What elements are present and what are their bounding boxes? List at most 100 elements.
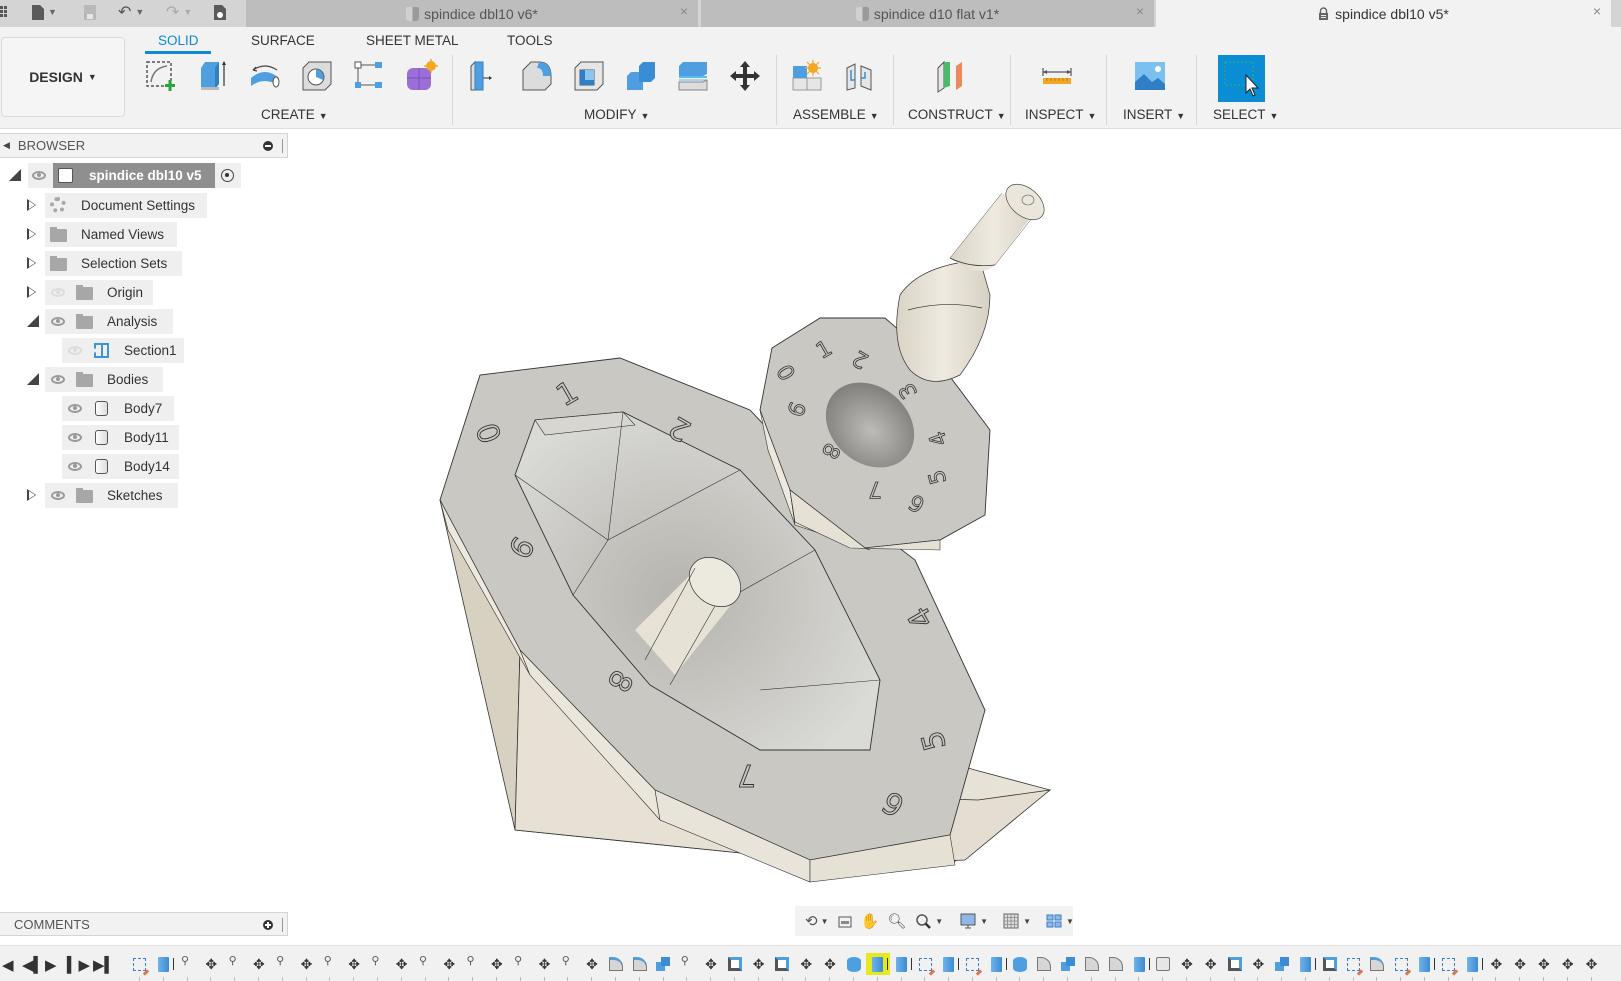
- visibility-hidden-icon[interactable]: [51, 288, 65, 297]
- timeline-feature-move[interactable]: ✥: [1199, 953, 1223, 981]
- step-back-button[interactable]: ◀▍: [22, 956, 45, 974]
- play-button[interactable]: ▶: [45, 956, 57, 974]
- tree-item-named-views[interactable]: Named Views: [0, 222, 180, 247]
- timeline-feature-extrude[interactable]: [937, 953, 961, 981]
- timeline-feature-move[interactable]: ✥: [818, 953, 842, 981]
- timeline-feature-move[interactable]: ✥: [533, 953, 557, 981]
- timeline-feature-move[interactable]: ✥: [1580, 953, 1604, 981]
- assemble-menu[interactable]: ASSEMBLE ▼: [793, 107, 879, 122]
- redo-button[interactable]: ↷ ▼: [166, 2, 192, 22]
- select-button[interactable]: [1218, 55, 1265, 102]
- timeline-feature-shell2[interactable]: [1318, 953, 1342, 981]
- panel-resize-handle[interactable]: [282, 918, 284, 932]
- tree-item-body14[interactable]: Body14: [0, 454, 182, 479]
- collapse-toggle[interactable]: [27, 373, 39, 385]
- visibility-eye-icon[interactable]: [32, 171, 46, 180]
- timeline-feature-joint[interactable]: ⚲: [223, 953, 247, 981]
- timeline-feature-move[interactable]: ✥: [342, 953, 366, 981]
- timeline-feature-joint[interactable]: ⚲: [366, 953, 390, 981]
- look-at-button[interactable]: [835, 910, 855, 932]
- viewports-button[interactable]: ▼: [1043, 910, 1076, 932]
- shell-button[interactable]: [570, 57, 608, 95]
- workspace-switcher[interactable]: DESIGN ▼: [1, 37, 125, 117]
- timeline-feature-sketch[interactable]: [1342, 953, 1366, 981]
- visibility-eye-icon[interactable]: [68, 404, 82, 413]
- timeline-feature-joint[interactable]: ⚲: [556, 953, 580, 981]
- document-tab[interactable]: spindice d10 flat v1* ×: [701, 0, 1154, 27]
- tree-item-analysis[interactable]: Analysis: [0, 309, 175, 334]
- timeline-feature-extrude[interactable]: [1127, 953, 1151, 981]
- timeline-feature-move[interactable]: ✥: [1556, 953, 1580, 981]
- file-menu-button[interactable]: ▼: [32, 2, 57, 22]
- expand-toggle[interactable]: [27, 257, 36, 269]
- timeline-feature-extrude-square[interactable]: [771, 953, 795, 981]
- move-copy-button[interactable]: [726, 57, 764, 95]
- timeline-feature-joint[interactable]: ⚲: [675, 953, 699, 981]
- timeline-feature-sketch[interactable]: [961, 953, 985, 981]
- timeline-feature-combine[interactable]: [652, 953, 676, 981]
- timeline-feature-joint[interactable]: ⚲: [509, 953, 533, 981]
- activate-radio[interactable]: [221, 169, 234, 182]
- timeline-feature-move[interactable]: ✥: [485, 953, 509, 981]
- extrude-button[interactable]: [194, 57, 232, 95]
- timeline-feature-move[interactable]: ✥: [794, 953, 818, 981]
- visibility-hidden-icon[interactable]: [68, 346, 82, 355]
- spindice-model[interactable]: 0 1 2 4 5 6 7 8 9 0 1 2 3 4 5 6 7 8 9: [290, 130, 1621, 905]
- timeline-feature-move[interactable]: ✥: [1508, 953, 1532, 981]
- visibility-eye-icon[interactable]: [68, 462, 82, 471]
- close-tab-button[interactable]: ×: [1593, 3, 1601, 19]
- timeline-feature-move[interactable]: ✥: [747, 953, 771, 981]
- timeline-feature-joint[interactable]: ⚲: [414, 953, 438, 981]
- collapse-toggle[interactable]: [27, 315, 39, 327]
- tree-item-body7[interactable]: Body7: [0, 396, 178, 421]
- fit-button[interactable]: ▼: [912, 910, 945, 932]
- timeline-feature-fillet[interactable]: [1032, 953, 1056, 981]
- go-to-start-button[interactable]: ◀: [2, 956, 14, 974]
- undo-button[interactable]: ↶ ▼: [118, 2, 144, 22]
- timeline-feature-sketch[interactable]: [128, 953, 152, 981]
- joint-button[interactable]: [840, 57, 878, 95]
- tree-root[interactable]: spindice dbl10 v5: [0, 163, 245, 188]
- pattern-button[interactable]: [350, 57, 388, 95]
- timeline-feature-extrude[interactable]: [865, 953, 890, 981]
- timeline-feature-move[interactable]: ✥: [699, 953, 723, 981]
- visibility-eye-icon[interactable]: [68, 433, 82, 442]
- timeline-feature-cylinder[interactable]: [1008, 953, 1032, 981]
- combine-button[interactable]: [622, 57, 660, 95]
- timeline-feature-extrude[interactable]: [890, 953, 914, 981]
- create-sketch-button[interactable]: [142, 57, 180, 95]
- timeline-feature-joint[interactable]: ⚲: [176, 953, 200, 981]
- timeline-feature-snap[interactable]: [604, 953, 628, 981]
- timeline-feature-extrude[interactable]: [1413, 953, 1437, 981]
- timeline-feature-cylinder[interactable]: [842, 953, 866, 981]
- expand-toggle[interactable]: [27, 228, 36, 240]
- create-form-button[interactable]: [402, 57, 440, 95]
- go-to-end-button[interactable]: ▶▍: [93, 956, 116, 974]
- insert-menu[interactable]: INSERT ▼: [1123, 107, 1185, 122]
- timeline-feature-joint[interactable]: ⚲: [318, 953, 342, 981]
- add-comment-icon[interactable]: [263, 920, 273, 930]
- measure-button[interactable]: [1038, 57, 1076, 95]
- timeline-feature-joint[interactable]: ⚲: [461, 953, 485, 981]
- visibility-eye-icon[interactable]: [51, 491, 65, 500]
- timeline-feature-move[interactable]: ✥: [247, 953, 271, 981]
- timeline-feature-sketch[interactable]: [1389, 953, 1413, 981]
- timeline-feature-extrude[interactable]: [985, 953, 1009, 981]
- timeline-feature-sketch[interactable]: [913, 953, 937, 981]
- save-button[interactable]: [84, 2, 96, 22]
- close-tab-button[interactable]: ×: [680, 3, 688, 19]
- timeline-feature-move[interactable]: ✥: [437, 953, 461, 981]
- timeline-feature-extrude[interactable]: [152, 953, 176, 981]
- timeline-feature-combine[interactable]: [1270, 953, 1294, 981]
- timeline-feature-combine[interactable]: [1056, 953, 1080, 981]
- timeline-feature-move[interactable]: ✥: [1246, 953, 1270, 981]
- document-tab[interactable]: spindice dbl10 v6* ×: [246, 0, 698, 27]
- tree-item-origin[interactable]: Origin: [0, 280, 155, 305]
- insert-canvas-button[interactable]: [1131, 57, 1169, 95]
- minimize-panel-icon[interactable]: [263, 141, 273, 151]
- orbit-button[interactable]: ⟲ ▼: [803, 910, 831, 932]
- panel-resize-handle[interactable]: [282, 139, 284, 153]
- tree-item-document-settings[interactable]: Document Settings: [0, 193, 210, 218]
- timeline-feature-fillet[interactable]: [1104, 953, 1128, 981]
- spindle-body[interactable]: [896, 177, 1051, 382]
